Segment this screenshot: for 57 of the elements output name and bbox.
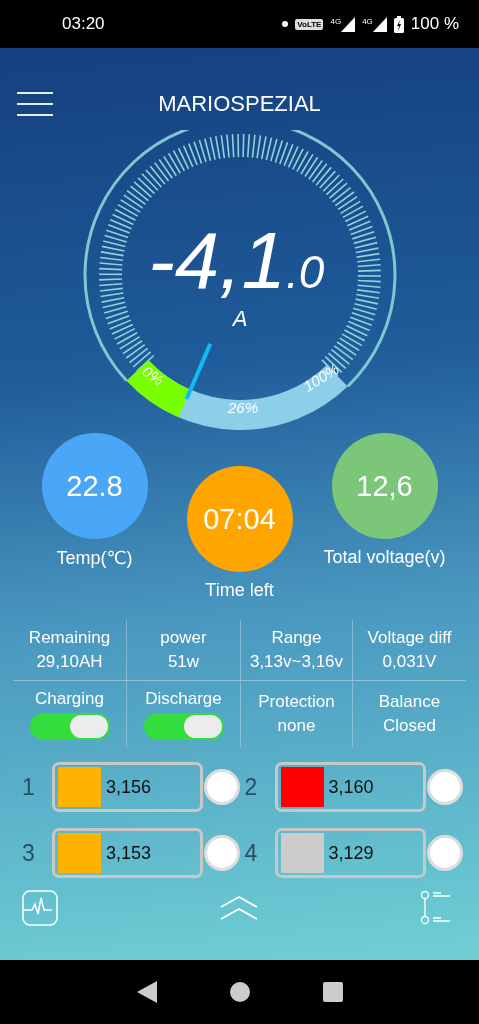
network-type: 4G xyxy=(330,16,342,26)
cell-voltage: 3,153 xyxy=(106,842,152,864)
signal-icon xyxy=(341,16,356,32)
pulse-chart-icon[interactable] xyxy=(22,890,58,926)
clock: 03:20 xyxy=(62,14,105,34)
control-label: Protection xyxy=(258,692,335,712)
gauge-needle xyxy=(184,343,212,400)
info-label: Voltage diff xyxy=(367,628,452,648)
info-value: 0,031V xyxy=(382,652,437,672)
network-type: 4G xyxy=(362,16,373,26)
balance-indicator xyxy=(204,835,240,871)
toggle-switch[interactable] xyxy=(29,712,110,740)
cell-number: 1 xyxy=(22,773,36,801)
info-value: 29,10AH xyxy=(36,652,103,672)
info-label: power xyxy=(160,628,207,648)
cell-voltage: 3,129 xyxy=(328,842,374,864)
cell-voltage: 3,160 xyxy=(328,776,374,798)
notification-dot-icon xyxy=(282,21,289,27)
balance-indicator xyxy=(426,769,463,805)
stat-label: Time left xyxy=(205,580,274,601)
stat-label: Total voltage(v) xyxy=(323,547,446,568)
control-label: Discharge xyxy=(145,688,222,709)
balance-indicator xyxy=(204,769,240,805)
battery-level: 100 % xyxy=(410,14,459,34)
info-value: 51w xyxy=(167,652,200,672)
cell-number: 2 xyxy=(244,773,259,801)
menu-button[interactable] xyxy=(17,92,53,116)
current-decimal: .0 xyxy=(285,246,324,298)
stat-circle: 07:04 xyxy=(186,466,293,572)
control-label: Balance xyxy=(378,692,441,712)
stat-circle: 22.8 xyxy=(41,433,148,539)
battery-charging-icon xyxy=(393,15,404,33)
signal-icon xyxy=(372,16,387,32)
cell-voltage: 3,156 xyxy=(106,776,152,798)
info-label: Remaining xyxy=(28,628,111,648)
cell-number: 3 xyxy=(22,839,36,867)
control-label: Charging xyxy=(35,688,104,709)
current-unit: A xyxy=(232,306,247,331)
gauge-fill xyxy=(126,359,191,417)
gauge-label: 26% xyxy=(227,399,258,416)
home-icon[interactable] xyxy=(229,982,250,1002)
control-value: Closed xyxy=(383,716,436,736)
cell-number: 4 xyxy=(244,839,259,867)
toggle-switch[interactable] xyxy=(143,712,224,740)
double-chevron-up-icon[interactable] xyxy=(220,896,258,920)
info-label: Range xyxy=(271,628,322,648)
stat-label: Temp(℃) xyxy=(56,547,133,569)
back-icon[interactable] xyxy=(136,981,157,1003)
device-title: MARIOSPEZIAL xyxy=(158,91,321,117)
volte-indicator: VoLTE xyxy=(295,18,324,30)
gauge-label: 0% xyxy=(138,362,167,389)
stat-circle: 12,6 xyxy=(331,433,438,539)
current-value: -4,1 xyxy=(147,216,286,305)
control-value: none xyxy=(277,716,316,736)
balance-indicator xyxy=(426,835,463,871)
info-value: 3,13v~3,16v xyxy=(249,652,344,672)
recents-icon[interactable] xyxy=(322,982,343,1002)
